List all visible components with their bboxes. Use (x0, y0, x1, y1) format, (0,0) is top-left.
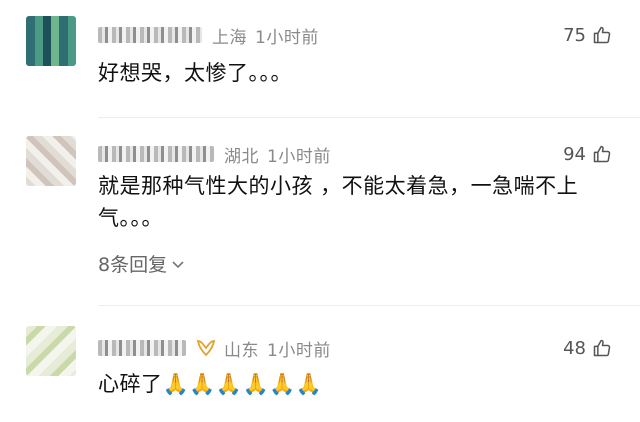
comment-text: 好想哭，太惨了。。。 (98, 61, 292, 85)
comment-meta: 上海 1小时前 (98, 23, 319, 48)
like-count: 48 (563, 337, 586, 359)
username-blurred[interactable] (98, 340, 186, 356)
thumbs-up-icon (593, 339, 611, 357)
reply-count: 8条回复 (98, 254, 168, 276)
comment-meta: 山东 1小时前 (98, 336, 331, 361)
comment-text: 心碎了🙏🙏🙏🙏🙏🙏 (98, 372, 323, 396)
username-blurred[interactable] (98, 146, 214, 162)
timestamp: 1小时前 (267, 146, 331, 167)
like-count: 75 (563, 24, 586, 46)
comment-item: 山东 1小时前 48 心碎了🙏🙏🙏🙏🙏🙏 (0, 306, 640, 422)
avatar[interactable] (26, 136, 76, 186)
like-button[interactable]: 94 (563, 142, 612, 166)
location: 湖北 (224, 146, 259, 167)
timestamp: 1小时前 (267, 340, 331, 361)
comment-item: 湖北 1小时前 94 就是那种气性大的小孩 ，不能太着急，一急喘不上气。。。 8条… (0, 118, 640, 308)
avatar[interactable] (26, 326, 76, 376)
location: 上海 (212, 27, 247, 48)
thumbs-up-icon (593, 26, 611, 44)
thumbs-up-icon (593, 145, 611, 163)
vip-badge-icon (196, 340, 216, 357)
avatar[interactable] (26, 16, 76, 66)
chevron-down-icon (172, 260, 184, 268)
username-blurred[interactable] (98, 27, 202, 43)
like-button[interactable]: 75 (563, 23, 612, 47)
comment-item: 上海 1小时前 75 好想哭，太惨了。。。 (0, 0, 640, 100)
location: 山东 (224, 340, 259, 361)
timestamp: 1小时前 (255, 27, 319, 48)
view-replies-button[interactable]: 8条回复 (98, 250, 185, 277)
comment-meta: 湖北 1小时前 (98, 142, 331, 167)
like-button[interactable]: 48 (563, 336, 612, 360)
comment-text: 就是那种气性大的小孩 ，不能太着急，一急喘不上气。。。 (98, 174, 579, 230)
like-count: 94 (563, 143, 586, 165)
